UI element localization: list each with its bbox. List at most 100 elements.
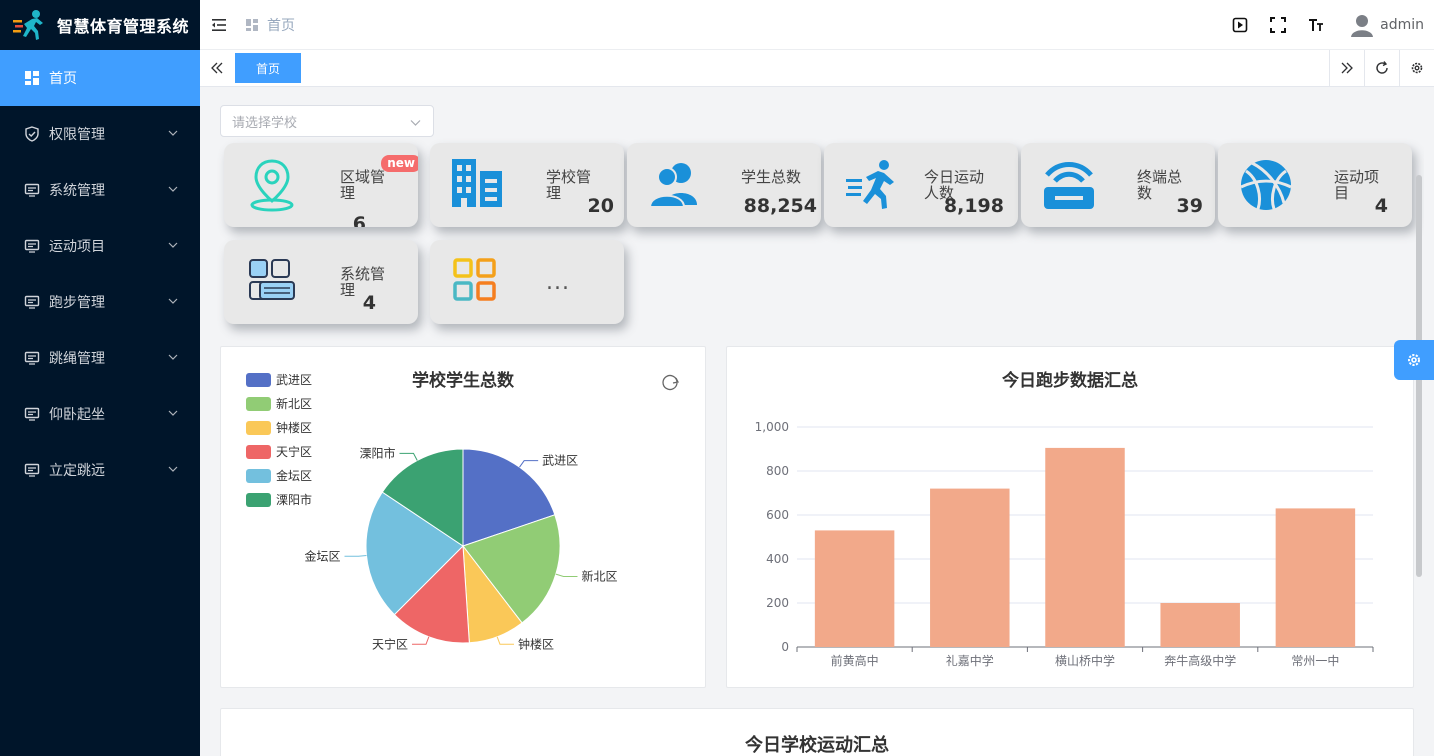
wifi-terminal-icon (1044, 162, 1094, 209)
new-badge: new (381, 155, 418, 172)
card-region[interactable]: 区域管理 6 new (224, 143, 418, 227)
card-sports[interactable]: 运动项目 4 (1218, 143, 1412, 227)
refresh-tab-button[interactable] (1364, 50, 1399, 86)
monitor-icon (24, 295, 40, 309)
card-value: 4 (362, 292, 376, 314)
pie-legend-label[interactable]: 武进区 (276, 373, 312, 387)
card-students[interactable]: 学生总数 88,254 (627, 143, 821, 227)
card-more[interactable]: ... (430, 240, 624, 324)
card-value: 39 (1176, 195, 1203, 217)
bar-y-tick: 800 (766, 464, 789, 478)
avatar-icon[interactable] (1350, 13, 1374, 37)
pie-label-line (399, 452, 418, 461)
bar-y-tick: 1,000 (755, 420, 789, 434)
top-header: 首页 admin (200, 0, 1434, 50)
monitor-icon (24, 351, 40, 365)
floating-settings-button[interactable] (1394, 340, 1434, 380)
double-chevron-right-icon (1341, 62, 1353, 74)
pie-legend-swatch[interactable] (246, 421, 271, 435)
play-icon[interactable] (1232, 17, 1248, 33)
location-pin-icon (250, 159, 294, 212)
school-select-placeholder: 请选择学校 (232, 115, 298, 131)
gear-icon (1411, 62, 1423, 74)
sidebar-item-0[interactable]: 首页 (0, 50, 200, 106)
sidebar-menu: 首页权限管理系统管理运动项目跑步管理跳绳管理仰卧起坐立定跳远 (0, 50, 200, 498)
sidebar-item-label: 系统管理 (49, 183, 105, 199)
card-school[interactable]: 学校管理 20 (430, 143, 624, 227)
pie-slice-label: 天宁区 (372, 636, 408, 651)
tab-home[interactable]: 首页 (235, 53, 301, 83)
bar-y-tick: 0 (781, 640, 789, 654)
card-value: 4 (1374, 195, 1388, 217)
username[interactable]: admin (1380, 17, 1424, 33)
dashboard-icon (25, 71, 39, 85)
card-value: 88,254 (743, 195, 817, 217)
pie-legend-label[interactable]: 金坛区 (276, 468, 312, 483)
bar-x-label: 礼嘉中学 (946, 653, 994, 668)
pie-legend-swatch[interactable] (246, 445, 271, 459)
pie-legend-swatch[interactable] (246, 373, 271, 387)
pie-legend-label[interactable]: 溧阳市 (276, 492, 312, 507)
pie-legend-label[interactable]: 钟楼区 (276, 420, 312, 435)
sidebar-item-7[interactable]: 立定跳远 (0, 442, 200, 498)
sidebar-item-label: 权限管理 (49, 127, 105, 143)
chevron-down-icon (168, 354, 178, 360)
sidebar-item-1[interactable]: 权限管理 (0, 106, 200, 162)
font-size-icon[interactable] (1308, 17, 1324, 33)
refresh-icon (1376, 61, 1388, 74)
sidebar-item-4[interactable]: 跑步管理 (0, 274, 200, 330)
pie-legend-label[interactable]: 新北区 (276, 396, 312, 411)
pie-slice-label: 新北区 (581, 568, 617, 583)
card-label: 学生总数 (741, 168, 802, 186)
pie-chart-panel: 学校学生总数 武进区 新北区 钟楼区 天宁区 金坛区 溧阳市 武进区 新北区 钟楼区 天宁区 金坛区溧… (220, 346, 706, 688)
card-system[interactable]: 系统管理 4 (224, 240, 418, 324)
bar-chart-panel: 今日跑步数据汇总 0 200 400 600 800 1,000 前黄高中 礼嘉中学 横山桥中学 奔… (726, 346, 1414, 688)
header-actions: admin (1232, 0, 1424, 50)
system-grid-icon (249, 259, 295, 300)
sidebar-item-label: 首页 (49, 71, 77, 87)
more-dots: ... (546, 270, 570, 295)
bar-x-label: 横山桥中学 (1055, 653, 1115, 668)
pie-label-line (496, 636, 514, 645)
card-active-today[interactable]: 今日运动人数 8,198 (824, 143, 1018, 227)
bar[interactable] (1275, 508, 1356, 647)
tabs-scroll-right[interactable] (1329, 50, 1364, 86)
tab-settings-button[interactable] (1399, 50, 1434, 86)
sidebar-item-5[interactable]: 跳绳管理 (0, 330, 200, 386)
bar-x-label: 常州一中 (1291, 653, 1339, 668)
chevron-down-icon (168, 410, 178, 416)
refresh-icon[interactable] (662, 374, 679, 391)
bar[interactable] (1160, 603, 1240, 647)
sidebar-item-6[interactable]: 仰卧起坐 (0, 386, 200, 442)
double-chevron-left-icon (211, 62, 223, 74)
users-icon (648, 163, 697, 208)
pie-slice-label: 钟楼区 (518, 636, 554, 651)
sidebar-item-label: 跑步管理 (49, 295, 105, 311)
tabs-scroll-left[interactable] (200, 50, 234, 86)
pie-label-line (412, 636, 430, 645)
pie-legend-label[interactable]: 天宁区 (276, 444, 312, 459)
bar[interactable] (930, 488, 1010, 647)
pie-legend-swatch[interactable] (246, 397, 271, 411)
sidebar-item-3[interactable]: 运动项目 (0, 218, 200, 274)
sidebar-item-label: 运动项目 (49, 239, 105, 255)
pie-label-line (519, 460, 539, 468)
pie-legend-swatch[interactable] (246, 469, 271, 483)
apps-icon (453, 258, 496, 301)
card-label: 区域管理 (340, 168, 386, 202)
sidebar-item-2[interactable]: 系统管理 (0, 162, 200, 218)
school-select[interactable]: 请选择学校 (220, 105, 434, 137)
bar[interactable] (814, 530, 895, 647)
runner-icon (846, 160, 894, 209)
card-terminals[interactable]: 终端总数 39 (1021, 143, 1215, 227)
bar[interactable] (1045, 447, 1125, 647)
sport-summary-title: 今日学校运动汇总 (745, 735, 889, 756)
pie-legend-swatch[interactable] (246, 493, 271, 507)
breadcrumb-home[interactable]: 首页 (267, 15, 295, 35)
pie-title: 学校学生总数 (412, 370, 515, 391)
gear-icon (1408, 354, 1420, 366)
fullscreen-icon[interactable] (1270, 17, 1287, 33)
menu-fold-icon[interactable] (210, 16, 228, 34)
sidebar-item-label: 仰卧起坐 (49, 407, 105, 423)
monitor-icon (24, 407, 40, 421)
